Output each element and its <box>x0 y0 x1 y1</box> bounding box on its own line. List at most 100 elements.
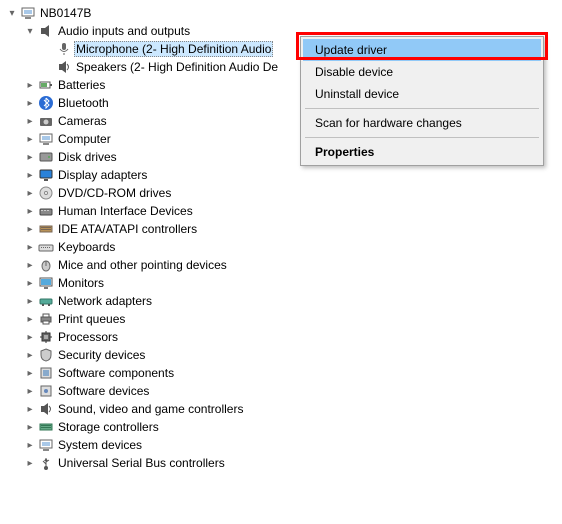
tree-item-label: Display adapters <box>56 168 147 182</box>
expand-toggle[interactable]: ▸ <box>24 332 36 343</box>
computer-icon <box>38 131 54 147</box>
dvd-icon <box>38 185 54 201</box>
expand-toggle[interactable]: ▸ <box>24 386 36 397</box>
network-icon <box>38 293 54 309</box>
tree-item-label: Audio inputs and outputs <box>56 24 190 38</box>
tree-item-usb[interactable]: ▸ Universal Serial Bus controllers <box>6 454 562 472</box>
computer-root-icon <box>20 5 36 21</box>
tree-item-label: Microphone (2- High Definition Audio <box>74 41 273 57</box>
tree-item-label: Human Interface Devices <box>56 204 193 218</box>
menu-scan-hardware[interactable]: Scan for hardware changes <box>303 112 541 134</box>
monitor-icon <box>38 275 54 291</box>
tree-item-label: Sound, video and game controllers <box>56 402 243 416</box>
tree-item-label: Monitors <box>56 276 104 290</box>
expand-toggle[interactable]: ▸ <box>24 350 36 361</box>
tree-item-network[interactable]: ▸ Network adapters <box>6 292 562 310</box>
printer-icon <box>38 311 54 327</box>
tree-root[interactable]: ▾ NB0147B <box>6 4 562 22</box>
tree-item-label: NB0147B <box>38 6 91 20</box>
expand-toggle[interactable]: ▸ <box>24 170 36 181</box>
tree-item-hid[interactable]: ▸ Human Interface Devices <box>6 202 562 220</box>
tree-item-label: Cameras <box>56 114 107 128</box>
battery-icon <box>38 77 54 93</box>
expand-toggle[interactable]: ▸ <box>24 458 36 469</box>
storage-icon <box>38 419 54 435</box>
expand-toggle[interactable]: ▸ <box>24 116 36 127</box>
microphone-icon <box>56 41 72 57</box>
tree-item-label: Software devices <box>56 384 149 398</box>
tree-item-keyboards[interactable]: ▸ Keyboards <box>6 238 562 256</box>
tree-item-mice[interactable]: ▸ Mice and other pointing devices <box>6 256 562 274</box>
expand-toggle[interactable]: ▾ <box>6 8 18 19</box>
processor-icon <box>38 329 54 345</box>
bluetooth-icon <box>38 95 54 111</box>
tree-item-monitors[interactable]: ▸ Monitors <box>6 274 562 292</box>
tree-item-label: Bluetooth <box>56 96 109 110</box>
hid-icon <box>38 203 54 219</box>
expand-toggle[interactable]: ▸ <box>24 224 36 235</box>
software-device-icon <box>38 383 54 399</box>
keyboard-icon <box>38 239 54 255</box>
tree-item-display[interactable]: ▸ Display adapters <box>6 166 562 184</box>
menu-update-driver[interactable]: Update driver <box>303 39 541 61</box>
tree-item-processors[interactable]: ▸ Processors <box>6 328 562 346</box>
menu-separator <box>305 108 539 109</box>
expand-toggle[interactable]: ▸ <box>24 134 36 145</box>
tree-item-print[interactable]: ▸ Print queues <box>6 310 562 328</box>
display-icon <box>38 167 54 183</box>
expand-toggle[interactable]: ▸ <box>24 188 36 199</box>
context-menu: Update driver Disable device Uninstall d… <box>300 36 544 166</box>
ide-icon <box>38 221 54 237</box>
tree-item-storage[interactable]: ▸ Storage controllers <box>6 418 562 436</box>
disk-icon <box>38 149 54 165</box>
expand-toggle[interactable]: ▸ <box>24 98 36 109</box>
software-component-icon <box>38 365 54 381</box>
tree-item-security[interactable]: ▸ Security devices <box>6 346 562 364</box>
expand-toggle[interactable]: ▸ <box>24 206 36 217</box>
audio-icon <box>38 23 54 39</box>
expand-toggle[interactable]: ▸ <box>24 260 36 271</box>
tree-item-dvd[interactable]: ▸ DVD/CD-ROM drives <box>6 184 562 202</box>
tree-item-swdev[interactable]: ▸ Software devices <box>6 382 562 400</box>
tree-item-label: Print queues <box>56 312 125 326</box>
expand-toggle[interactable]: ▸ <box>24 314 36 325</box>
speaker-icon <box>56 59 72 75</box>
tree-item-swcomp[interactable]: ▸ Software components <box>6 364 562 382</box>
tree-item-label: Disk drives <box>56 150 117 164</box>
tree-item-label: Keyboards <box>56 240 115 254</box>
tree-item-label: Storage controllers <box>56 420 159 434</box>
tree-item-system[interactable]: ▸ System devices <box>6 436 562 454</box>
tree-item-label: Batteries <box>56 78 105 92</box>
menu-disable-device[interactable]: Disable device <box>303 61 541 83</box>
tree-item-label: Software components <box>56 366 174 380</box>
tree-item-sound[interactable]: ▸ Sound, video and game controllers <box>6 400 562 418</box>
usb-icon <box>38 455 54 471</box>
expand-toggle[interactable]: ▸ <box>24 404 36 415</box>
tree-item-label: Universal Serial Bus controllers <box>56 456 225 470</box>
tree-item-label: Computer <box>56 132 111 146</box>
tree-item-label: Speakers (2- High Definition Audio De <box>74 60 278 74</box>
expand-toggle[interactable]: ▸ <box>24 80 36 91</box>
tree-item-label: IDE ATA/ATAPI controllers <box>56 222 197 236</box>
tree-item-label: Processors <box>56 330 118 344</box>
tree-item-ide[interactable]: ▸ IDE ATA/ATAPI controllers <box>6 220 562 238</box>
menu-separator <box>305 137 539 138</box>
expand-toggle[interactable]: ▸ <box>24 296 36 307</box>
tree-item-label: DVD/CD-ROM drives <box>56 186 171 200</box>
expand-toggle[interactable]: ▸ <box>24 278 36 289</box>
expand-toggle[interactable]: ▸ <box>24 242 36 253</box>
mouse-icon <box>38 257 54 273</box>
expand-toggle[interactable]: ▾ <box>24 26 36 37</box>
expand-toggle[interactable]: ▸ <box>24 368 36 379</box>
expand-toggle[interactable]: ▸ <box>24 440 36 451</box>
menu-uninstall-device[interactable]: Uninstall device <box>303 83 541 105</box>
expand-toggle[interactable]: ▸ <box>24 422 36 433</box>
tree-item-label: System devices <box>56 438 142 452</box>
camera-icon <box>38 113 54 129</box>
expand-toggle[interactable]: ▸ <box>24 152 36 163</box>
tree-item-label: Security devices <box>56 348 145 362</box>
tree-item-label: Network adapters <box>56 294 152 308</box>
menu-properties[interactable]: Properties <box>303 141 541 163</box>
system-icon <box>38 437 54 453</box>
sound-icon <box>38 401 54 417</box>
